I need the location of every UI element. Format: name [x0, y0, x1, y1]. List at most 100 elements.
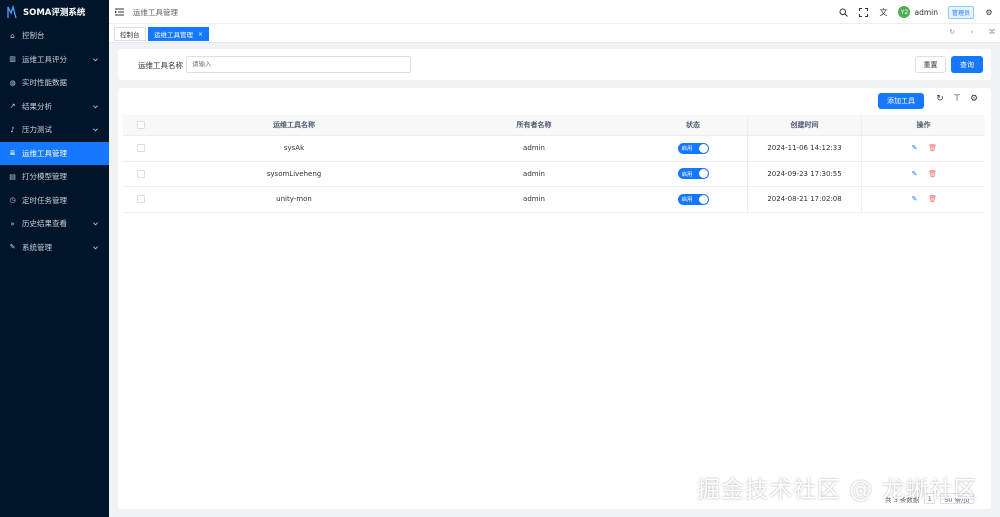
tab-label: 控制台: [120, 31, 140, 39]
history-icon: »: [10, 219, 15, 228]
chevron-down-icon: [93, 57, 98, 61]
column-header: 操作: [916, 121, 931, 129]
app-logo[interactable]: SOMA评测系统: [0, 0, 109, 24]
chevron-down-icon: [93, 104, 98, 108]
sidebar: SOMA评测系统 ⌂ 控制台 ▥ 运维工具评分 ◍ 实时性能数据 ↗ 结果分析 …: [0, 0, 109, 517]
gauge-icon: ◍: [9, 78, 16, 87]
table-tools: ↻ ⊤ ⚙: [935, 94, 979, 104]
sidebar-item-system[interactable]: ✎ 系统管理: [0, 236, 109, 260]
owner-cell: admin: [523, 169, 545, 178]
sidebar-item-history[interactable]: » 历史结果查看: [0, 212, 109, 236]
add-tool-button[interactable]: 添加工具: [878, 93, 924, 109]
menu-toggle-icon[interactable]: [115, 8, 124, 16]
tab-dashboard[interactable]: 控制台: [114, 27, 146, 41]
row-select-cell: [123, 162, 159, 187]
toggle-label: 启用: [681, 171, 693, 178]
sidebar-item-realtime-perf[interactable]: ◍ 实时性能数据: [0, 71, 109, 95]
toggle-label: 启用: [681, 197, 693, 204]
tool-name-cell: sysomLiveheng: [266, 169, 322, 178]
bell-icon: ♪: [10, 125, 15, 134]
close-icon[interactable]: ×: [198, 31, 203, 38]
search-label: 运维工具名称: [138, 61, 183, 70]
toggle-knob: [698, 194, 708, 204]
delete-icon[interactable]: 🗑: [928, 144, 937, 152]
chevron-down-icon: [93, 245, 98, 249]
home-icon: ⌂: [10, 31, 15, 40]
search-icon[interactable]: [838, 7, 848, 17]
toggle-label: 启用: [681, 146, 693, 153]
status-toggle[interactable]: 启用: [677, 193, 709, 205]
status-toggle[interactable]: 启用: [677, 168, 709, 180]
sidebar-item-result-analysis[interactable]: ↗ 结果分析: [0, 95, 109, 119]
status-cell: 启用: [639, 162, 747, 187]
settings-gear-icon[interactable]: ⚙: [984, 7, 994, 17]
delete-icon[interactable]: 🗑: [928, 170, 937, 178]
actions-cell: ✎ 🗑: [862, 136, 985, 161]
column-header: 运维工具名称: [273, 121, 315, 129]
status-cell: 启用: [639, 136, 747, 161]
table-header-row: 运维工具名称 所有者名称 状态 创建时间 操作: [123, 115, 985, 136]
sidebar-item-scheduled-tasks[interactable]: ◷ 定时任务管理: [0, 189, 109, 213]
table-row: unity-mon admin 启用 2024-08-21 17:02:08 ✎…: [123, 187, 985, 213]
select-all-checkbox[interactable]: [137, 121, 145, 129]
row-checkbox[interactable]: [137, 144, 145, 153]
sidebar-item-tool-management[interactable]: ≣ 运维工具管理: [0, 141, 109, 165]
created-time-cell: 2024-09-23 17:30:55: [747, 161, 862, 186]
refresh-icon[interactable]: ↻: [935, 94, 945, 104]
username[interactable]: admin: [914, 8, 938, 17]
settings-gear-icon[interactable]: ⚙: [969, 94, 979, 104]
sidebar-item-scoring-model[interactable]: ▤ 打分模型管理: [0, 165, 109, 189]
chevron-down-icon: [93, 128, 98, 132]
column-header: 创建时间: [747, 115, 862, 135]
table-row: sysomLiveheng admin 启用 2024-09-23 17:30:…: [123, 161, 985, 187]
tool-name-cell: sysAk: [283, 144, 305, 153]
fullscreen-icon[interactable]: [858, 7, 868, 17]
table-row: sysAk admin 启用 2024-11-06 14:12:33 ✎ 🗑: [123, 136, 985, 162]
tabs-actions: ↻ ‹ ⌘: [948, 28, 996, 36]
tabs-menu-icon[interactable]: ⌘: [988, 28, 996, 36]
edit-icon[interactable]: ✎: [911, 144, 919, 152]
tool-name-search-input[interactable]: [186, 56, 411, 73]
chevron-down-icon: [93, 222, 98, 226]
tools-table: 运维工具名称 所有者名称 状态 创建时间 操作 sysAk admin 启用 2…: [123, 115, 985, 213]
sidebar-item-label: 定时任务管理: [22, 195, 67, 205]
delete-icon[interactable]: 🗑: [928, 195, 937, 203]
sidebar-item-label: 打分模型管理: [22, 172, 67, 182]
sidebar-item-tool-scoring[interactable]: ▥ 运维工具评分: [0, 48, 109, 72]
header-actions: 文 Y2 admin 管理员 ⚙: [838, 0, 994, 24]
column-header: 所有者名称: [516, 121, 552, 129]
tabs-bar: 控制台 运维工具管理 × ↻ ‹ ⌘: [109, 24, 1000, 43]
sidebar-menu: ⌂ 控制台 ▥ 运维工具评分 ◍ 实时性能数据 ↗ 结果分析 ♪ 压力测试 ≣ …: [0, 24, 109, 259]
wrench-icon: ✎: [9, 243, 16, 252]
refresh-icon[interactable]: ↻: [948, 28, 956, 36]
sidebar-item-label: 历史结果查看: [22, 219, 67, 229]
sidebar-item-stress-test[interactable]: ♪ 压力测试: [0, 118, 109, 142]
logo-icon: [7, 5, 17, 19]
sidebar-item-label: 控制台: [22, 31, 45, 41]
actions-cell: ✎ 🗑: [862, 162, 985, 187]
avatar[interactable]: Y2: [898, 6, 911, 18]
role-badge: 管理员: [947, 5, 974, 19]
column-height-icon[interactable]: ⊤: [952, 94, 962, 104]
reset-button[interactable]: 重置: [915, 56, 946, 73]
chevron-left-icon[interactable]: ‹: [968, 28, 976, 36]
actions-cell: ✎ 🗑: [862, 187, 985, 212]
edit-icon[interactable]: ✎: [911, 170, 919, 178]
query-button[interactable]: 查询: [951, 56, 983, 73]
owner-cell: admin: [523, 195, 545, 204]
clock-icon: ◷: [9, 196, 16, 205]
sidebar-item-label: 系统管理: [22, 242, 52, 252]
tab-label: 运维工具管理: [154, 31, 193, 39]
top-header: 运维工具管理 文 Y2 admin 管理员 ⚙: [109, 0, 1000, 24]
edit-icon[interactable]: ✎: [911, 195, 919, 203]
tab-tool-management[interactable]: 运维工具管理 ×: [148, 27, 210, 41]
row-checkbox[interactable]: [137, 195, 145, 204]
sidebar-item-dashboard[interactable]: ⌂ 控制台: [0, 24, 109, 48]
breadcrumb: 运维工具管理: [133, 8, 178, 17]
sidebar-item-label: 运维工具评分: [22, 54, 67, 64]
translate-icon[interactable]: 文: [878, 7, 888, 17]
status-cell: 启用: [639, 187, 747, 212]
status-toggle[interactable]: 启用: [677, 142, 709, 154]
sidebar-item-label: 实时性能数据: [22, 78, 67, 88]
row-checkbox[interactable]: [137, 169, 145, 178]
